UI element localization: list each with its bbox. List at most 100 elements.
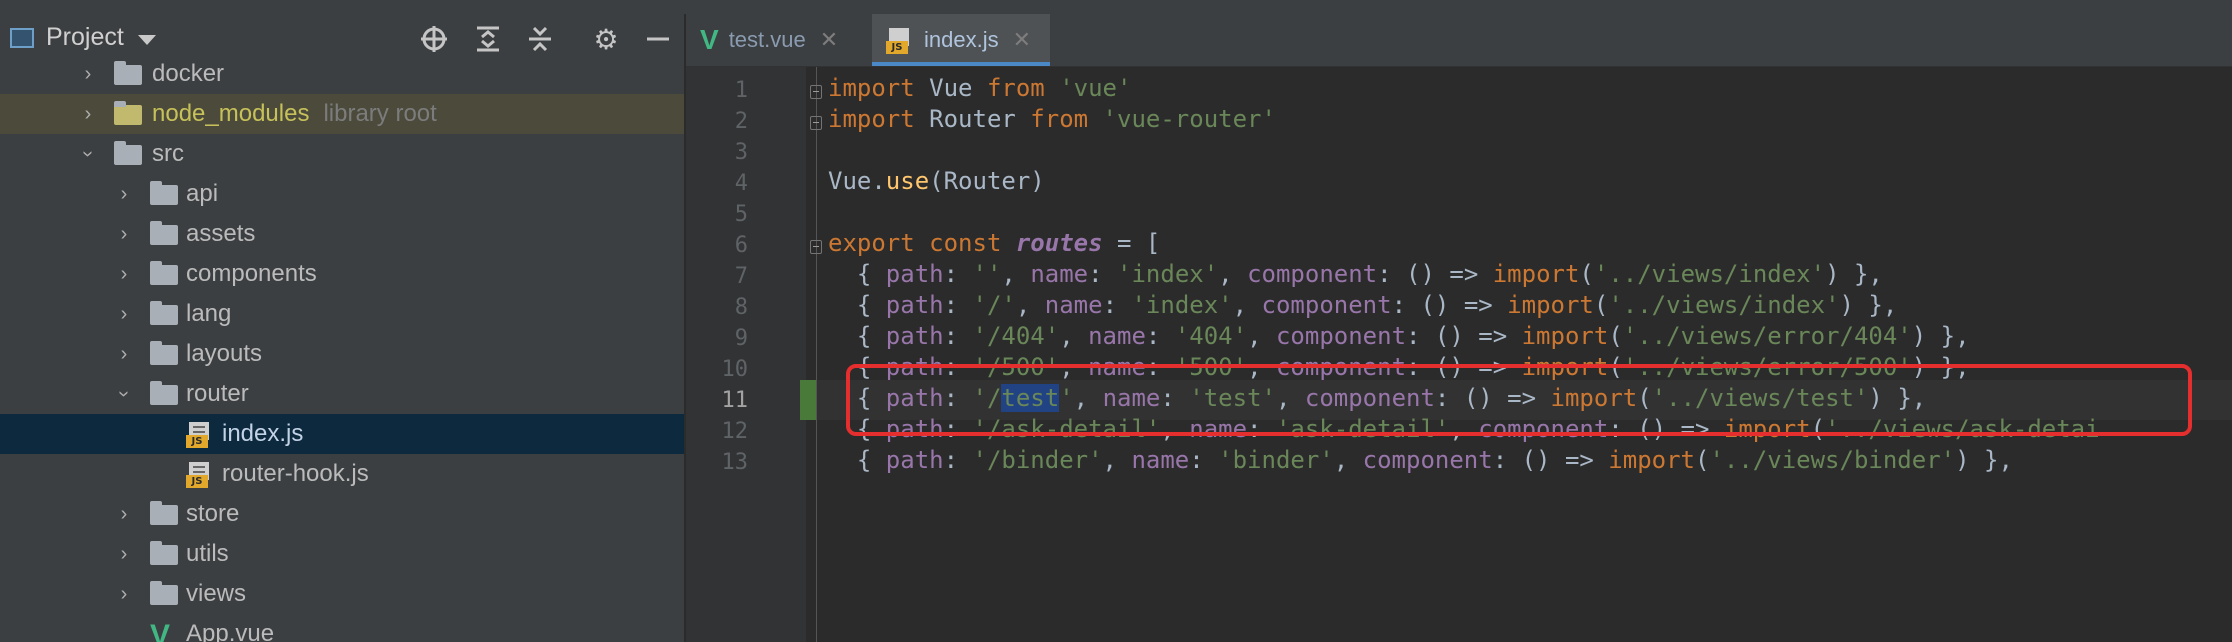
line-number: 12 [721, 419, 749, 444]
js-file-icon: JS [186, 462, 212, 488]
folder-icon [150, 301, 178, 325]
tree-item-label: router [186, 380, 249, 407]
folder-icon [150, 541, 178, 565]
tree-item-label: router-hook.js [222, 460, 369, 487]
code-line[interactable]: Vue.use(Router) [828, 167, 1045, 195]
folder-icon [150, 221, 178, 245]
close-icon[interactable]: ✕ [1013, 27, 1031, 53]
chevron-right-icon[interactable]: › [114, 574, 134, 614]
editor-tab-bar: V test.vue ✕ JS index.js ✕ [686, 14, 2232, 67]
tree-item-label: store [186, 500, 240, 527]
line-number: 9 [734, 326, 748, 351]
fold-marker-icon[interactable] [810, 116, 822, 130]
chevron-right-icon[interactable]: › [114, 334, 134, 374]
minimize-icon[interactable] [642, 24, 674, 56]
code-line[interactable]: { path: '/binder', name: 'binder', compo… [828, 446, 2013, 474]
tree-item-label: lang [186, 300, 232, 327]
code-line[interactable]: import Router from 'vue-router' [828, 105, 1276, 133]
tree-item-label: utils [186, 540, 229, 567]
project-view-selector[interactable]: Project [10, 23, 156, 52]
tree-item-label: layouts [186, 340, 263, 367]
vue-file-icon: V [700, 24, 719, 55]
tree-item-label: docker [152, 60, 225, 87]
code-line[interactable]: export const routes = [ [828, 229, 1160, 257]
chevron-right-icon[interactable]: › [114, 254, 134, 294]
tree-item-label: App.vue [186, 620, 275, 642]
fold-marker-icon[interactable] [810, 240, 822, 254]
code-line[interactable]: { path: '/', name: 'index', component: (… [828, 291, 1897, 319]
tab-test-vue[interactable]: V test.vue ✕ [686, 14, 870, 66]
library-root-hint: library root [323, 100, 437, 127]
chevron-down-icon[interactable]: › [68, 144, 108, 164]
folder-icon [114, 101, 142, 125]
folder-icon [114, 141, 142, 165]
tree-item-label: api [186, 180, 219, 207]
line-number: 10 [721, 357, 749, 382]
tree-item-router[interactable]: › router [0, 374, 684, 414]
line-number: 6 [734, 233, 748, 258]
folder-icon [150, 261, 178, 285]
close-icon[interactable]: ✕ [820, 27, 838, 53]
annotation-highlight-box [846, 364, 2192, 436]
tree-item-docker[interactable]: › docker [0, 54, 684, 94]
tree-item-store[interactable]: › store [0, 494, 684, 534]
collapse-all-icon[interactable] [524, 24, 556, 56]
chevron-right-icon[interactable]: › [114, 494, 134, 534]
tree-item-index-js[interactable]: JS index.js [0, 414, 684, 454]
expand-all-icon[interactable] [472, 24, 504, 56]
chevron-down-icon [137, 34, 156, 45]
tree-item-layouts[interactable]: › layouts [0, 334, 684, 374]
fold-marker-icon[interactable] [810, 85, 822, 99]
tree-item-assets[interactable]: › assets [0, 214, 684, 254]
tree-item-lang[interactable]: › lang [0, 294, 684, 334]
chevron-right-icon[interactable]: › [78, 94, 98, 134]
tree-item-views[interactable]: › views [0, 574, 684, 614]
tab-label: index.js [924, 27, 999, 52]
chevron-right-icon[interactable]: › [114, 174, 134, 214]
chevron-down-icon[interactable]: › [104, 384, 144, 404]
code-line[interactable]: import Vue from 'vue' [828, 74, 1131, 102]
tab-label: test.vue [728, 27, 806, 52]
tree-item-label: src [152, 140, 184, 167]
folder-icon [150, 341, 178, 365]
tree-item-label: index.js [222, 420, 304, 447]
locate-icon[interactable] [418, 24, 450, 56]
tree-item-api[interactable]: › api [0, 174, 684, 214]
tree-item-label: views [186, 580, 247, 607]
change-marker[interactable] [800, 380, 816, 420]
chevron-right-icon[interactable]: › [114, 294, 134, 334]
tab-index-js[interactable]: JS index.js ✕ [872, 14, 1050, 66]
chevron-right-icon[interactable]: › [78, 54, 98, 94]
folder-icon [150, 501, 178, 525]
folder-icon [150, 581, 178, 605]
folder-icon [150, 381, 178, 405]
editor: V test.vue ✕ JS index.js ✕ 1 2 3 4 5 6 7… [686, 14, 2232, 642]
line-number: 5 [734, 202, 748, 227]
js-file-icon: JS [886, 26, 912, 54]
vue-file-icon: V [150, 619, 171, 642]
project-panel: Project ⚙ › docker › node_modules library… [0, 14, 684, 642]
folder-icon [114, 61, 142, 85]
js-file-icon: JS [186, 422, 212, 448]
tree-item-node-modules[interactable]: › node_modules library root [0, 94, 684, 134]
tree-item-app-vue[interactable]: V App.vue [0, 614, 684, 642]
gutter-separator [816, 67, 817, 642]
line-number: 4 [734, 171, 748, 196]
project-title: Project [46, 23, 124, 51]
chevron-right-icon[interactable]: › [114, 214, 134, 254]
tree-item-label: node_modules [152, 100, 310, 127]
line-number-current: 11 [721, 388, 749, 413]
line-number: 8 [734, 295, 748, 320]
gear-icon[interactable]: ⚙ [590, 24, 622, 56]
window-top-strip [0, 0, 2232, 15]
tree-item-utils[interactable]: › utils [0, 534, 684, 574]
tree-item-label: assets [186, 220, 256, 247]
chevron-right-icon[interactable]: › [114, 534, 134, 574]
code-line[interactable]: { path: '', name: 'index', component: ()… [828, 260, 1883, 288]
line-number: 13 [721, 450, 749, 475]
project-icon [10, 27, 34, 48]
tree-item-router-hook-js[interactable]: JS router-hook.js [0, 454, 684, 494]
tree-item-components[interactable]: › components [0, 254, 684, 294]
code-line[interactable]: { path: '/404', name: '404', component: … [828, 322, 1970, 350]
tree-item-src[interactable]: › src [0, 134, 684, 174]
